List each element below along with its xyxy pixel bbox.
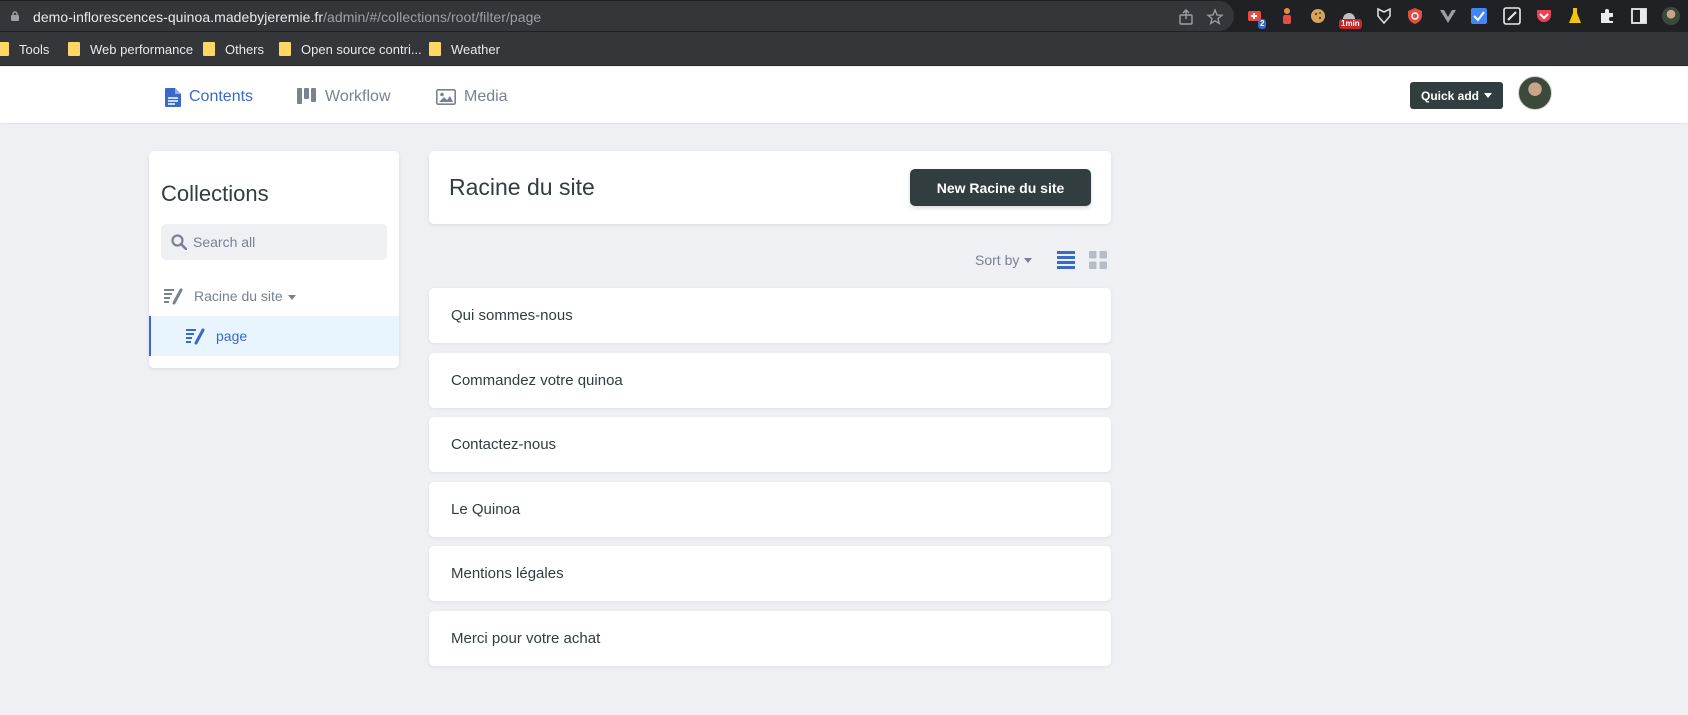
entry-title: Qui sommes-nous — [451, 307, 573, 324]
user-avatar[interactable] — [1518, 76, 1552, 110]
quick-add-label: Quick add — [1420, 88, 1479, 103]
chevron-down-icon — [1484, 93, 1492, 98]
tab-count-badge: 2 — [1258, 19, 1267, 29]
entry-title: Merci pour votre achat — [451, 630, 601, 647]
app-header: Contents Workflow Media Quick add — [0, 67, 1688, 123]
collection-edit-icon — [186, 328, 205, 344]
bookmark-folder-weather[interactable]: Weather — [429, 40, 500, 58]
folder-icon — [203, 42, 215, 56]
shield-extension-icon[interactable] — [1375, 7, 1393, 25]
bookmark-folder-web-performance[interactable]: Web performance — [68, 40, 193, 58]
entry-card[interactable]: Qui sommes-nous — [429, 288, 1111, 343]
grid-view-icon[interactable] — [1089, 250, 1107, 270]
workflow-icon — [297, 88, 316, 104]
bookmark-folder-tools[interactable]: Tools — [0, 40, 49, 58]
bookmarks-bar: Tools Web performance Others Open source… — [0, 32, 1688, 66]
folder-icon — [0, 42, 9, 56]
folder-icon — [279, 42, 291, 56]
nav-workflow-label: Workflow — [325, 88, 391, 105]
timer-badge: 1min — [1339, 19, 1362, 29]
search-box[interactable] — [161, 224, 387, 260]
entry-card[interactable]: Le Quinoa — [429, 482, 1111, 537]
entry-title: Le Quinoa — [451, 501, 521, 518]
collection-racine-du-site[interactable]: Racine du site — [149, 276, 399, 316]
entry-title: Contactez-nous — [451, 436, 557, 453]
browser-toolbar: demo-inflorescences-quinoa.madebyjeremie… — [0, 0, 1688, 32]
address-bar[interactable]: demo-inflorescences-quinoa.madebyjeremie… — [0, 1, 1234, 31]
search-input[interactable] — [193, 224, 383, 260]
vue-devtools-icon[interactable] — [1439, 7, 1457, 25]
entry-card[interactable]: Commandez votre quinoa — [429, 353, 1111, 408]
bookmark-star-icon[interactable] — [1206, 8, 1224, 26]
sort-by-label: Sort by — [975, 252, 1020, 268]
nav-media-label: Media — [464, 88, 508, 105]
collections-sidebar: Collections Racine du site page — [149, 151, 399, 368]
nav-media[interactable]: Media — [436, 85, 508, 109]
checkmark-extension-icon[interactable] — [1470, 7, 1488, 25]
extensions-puzzle-icon[interactable] — [1598, 7, 1616, 25]
share-icon[interactable] — [1177, 8, 1195, 26]
url-text: demo-inflorescences-quinoa.madebyjeremie… — [33, 9, 542, 25]
nav-contents[interactable]: Contents — [165, 85, 253, 109]
sidebar-title: Collections — [161, 181, 269, 206]
collection-header: Racine du site New Racine du site — [429, 151, 1111, 224]
nav-workflow[interactable]: Workflow — [297, 85, 391, 109]
filter-page-label: page — [216, 328, 248, 344]
sort-by-dropdown[interactable]: Sort by — [975, 250, 1033, 270]
ublock-extension-icon[interactable] — [1406, 7, 1424, 25]
image-icon — [436, 89, 456, 105]
page-title: Racine du site — [449, 174, 595, 200]
new-entry-button[interactable]: New Racine du site — [910, 169, 1091, 206]
lock-icon — [11, 11, 19, 21]
flask-extension-icon[interactable] — [1566, 7, 1584, 25]
profile-avatar-icon[interactable] — [1662, 7, 1680, 25]
quick-add-button[interactable]: Quick add — [1410, 82, 1503, 109]
entry-card[interactable]: Contactez-nous — [429, 417, 1111, 472]
side-panel-icon[interactable] — [1630, 7, 1648, 25]
search-icon — [171, 234, 187, 250]
edit-extension-icon[interactable] — [1503, 7, 1521, 25]
nav-contents-label: Contents — [189, 88, 254, 105]
collection-label: Racine du site — [194, 288, 283, 304]
cookie-extension-icon[interactable] — [1309, 7, 1327, 25]
chevron-down-icon — [287, 294, 296, 300]
collection-edit-icon — [164, 288, 183, 304]
folder-icon — [429, 42, 441, 56]
entry-card[interactable]: Merci pour votre achat — [429, 611, 1111, 666]
folder-icon — [68, 42, 80, 56]
entry-title: Mentions légales — [451, 565, 564, 582]
chevron-down-icon — [1024, 257, 1033, 263]
list-view-icon[interactable] — [1057, 250, 1075, 270]
pocket-extension-icon[interactable] — [1535, 7, 1553, 25]
entry-card[interactable]: Mentions légales — [429, 546, 1111, 601]
bookmark-folder-open-source[interactable]: Open source contri... — [279, 40, 422, 58]
figure-extension-icon[interactable] — [1278, 7, 1296, 25]
document-icon — [165, 87, 181, 107]
entry-title: Commandez votre quinoa — [451, 372, 623, 389]
bookmark-folder-others[interactable]: Others — [203, 40, 264, 58]
filter-page[interactable]: page — [149, 316, 399, 356]
